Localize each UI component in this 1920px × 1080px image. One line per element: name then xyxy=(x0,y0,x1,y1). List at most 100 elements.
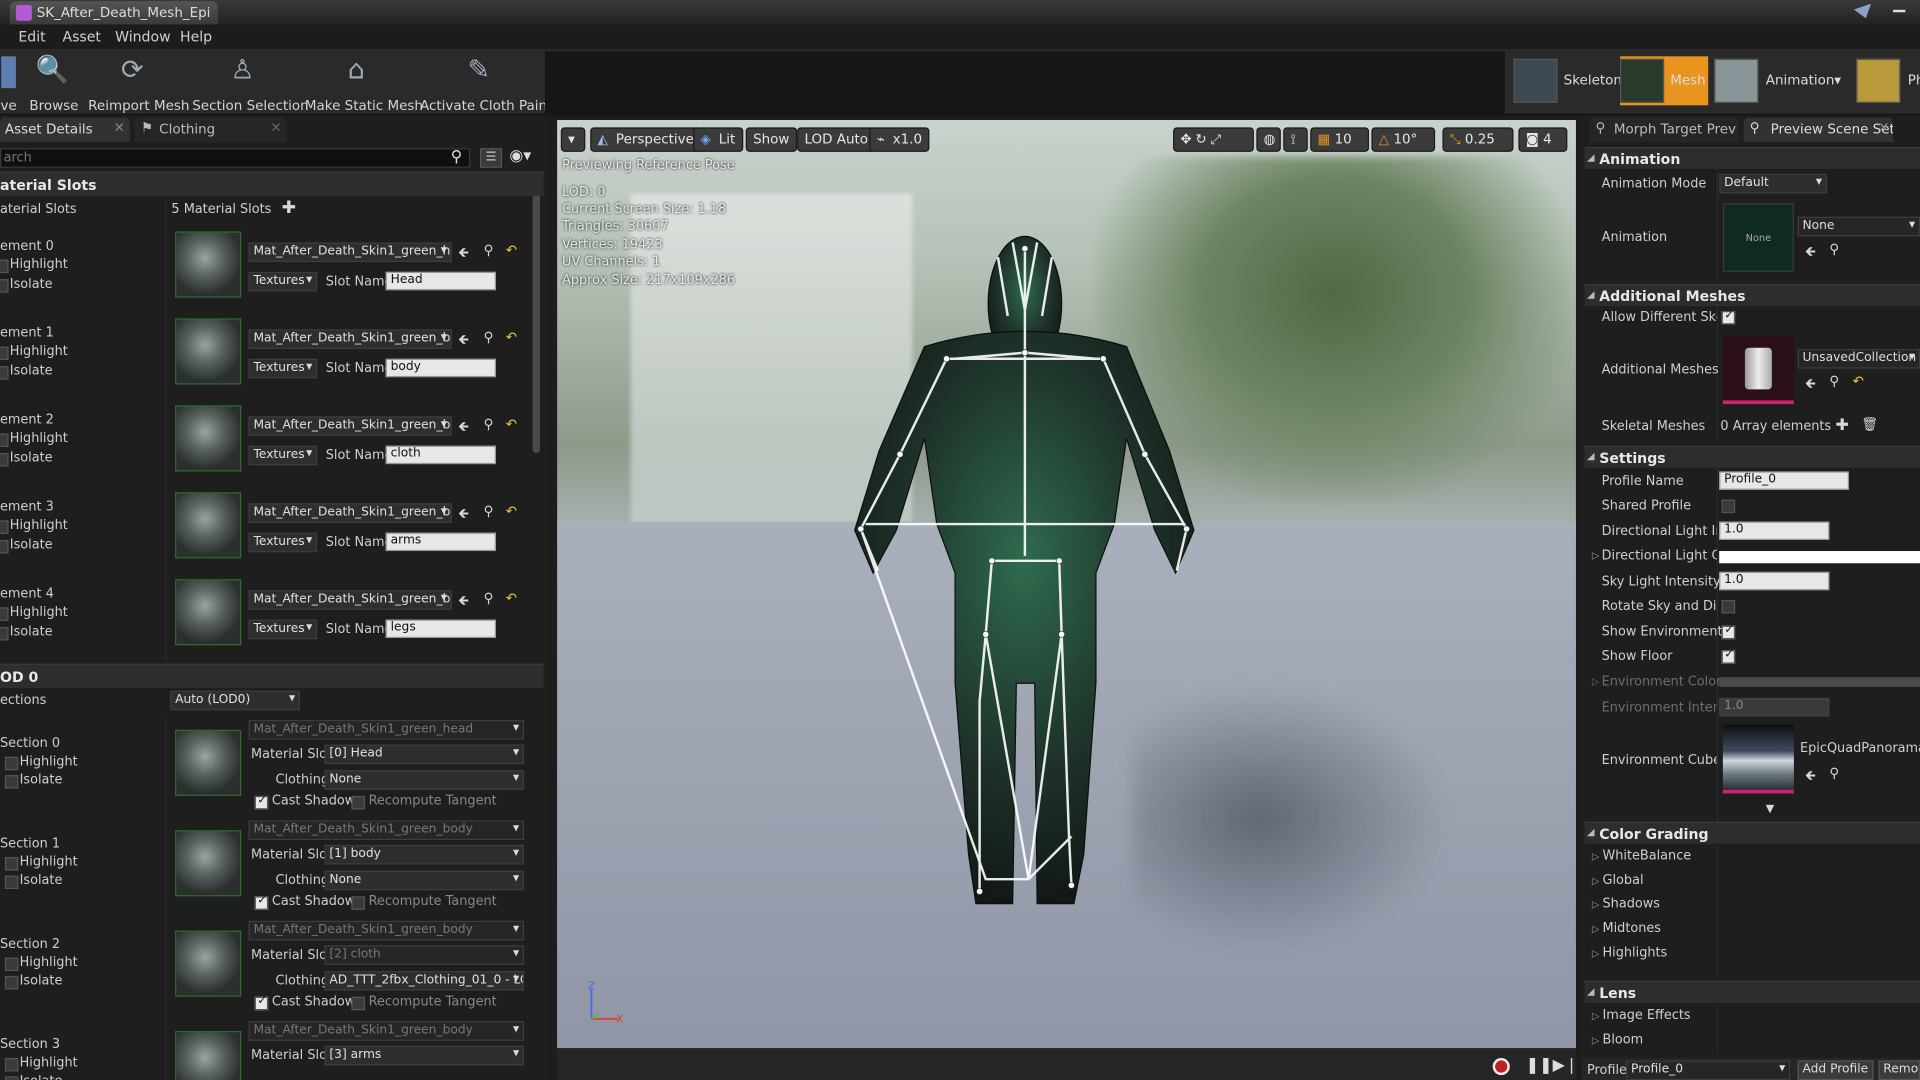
browse-search-icon[interactable]: ⚲ xyxy=(484,590,494,606)
delete-trash-icon[interactable]: 🗑 xyxy=(1861,416,1878,432)
make-static-mesh-button[interactable]: ⌂ Make Static Mesh xyxy=(305,51,423,114)
isolate-checkbox[interactable] xyxy=(4,1076,19,1080)
isolate-checkbox[interactable] xyxy=(4,875,19,889)
mode-physics-button[interactable]: Ph xyxy=(1856,56,1920,105)
minimize-button[interactable] xyxy=(1893,9,1906,13)
tab-morph-target[interactable]: ⚲ Morph Target Prev xyxy=(1589,117,1739,143)
tab-asset-details[interactable]: Asset Details ✕ xyxy=(0,117,130,143)
viewport-options-button[interactable]: ▾ xyxy=(560,127,586,152)
use-selected-arrow-icon[interactable]: 🡸 xyxy=(458,416,469,439)
reset-arrow-icon[interactable]: ↶ xyxy=(506,242,517,258)
material-select[interactable]: Mat_After_Death_Skin1_green_body xyxy=(248,416,452,436)
material-thumbnail[interactable] xyxy=(175,579,242,646)
transform-tools[interactable]: ✥↻⤢ xyxy=(1173,127,1254,152)
animation-dropdown-icon[interactable]: ▾ xyxy=(1834,56,1841,105)
recompute-tangent-checkbox[interactable] xyxy=(351,896,365,910)
material-slot-select[interactable]: [0] Head xyxy=(324,744,525,765)
reimport-mesh-button[interactable]: ⟳ Reimport Mesh xyxy=(88,51,189,114)
material-select[interactable]: Mat_After_Death_Skin1_green_body xyxy=(248,329,452,349)
section-material-thumbnail[interactable] xyxy=(175,930,242,997)
sky-light-intensity-input[interactable]: 1.0 xyxy=(1719,571,1830,591)
visibility-eye-icon[interactable]: ◉▾ xyxy=(509,147,531,165)
isolate-checkbox[interactable] xyxy=(4,775,19,789)
material-select[interactable]: Mat_After_Death_Skin1_green_body xyxy=(248,503,452,523)
isolate-checkbox[interactable] xyxy=(0,366,9,380)
use-selected-arrow-icon[interactable]: 🡸 xyxy=(458,329,469,352)
material-thumbnail[interactable] xyxy=(175,231,242,298)
highlight-checkbox[interactable] xyxy=(0,607,9,621)
rotation-snap-button[interactable]: △ 10° xyxy=(1371,127,1436,152)
record-button[interactable] xyxy=(1492,1057,1510,1076)
settings-header[interactable]: Settings xyxy=(1584,445,1920,468)
browse-button[interactable]: 🔍 Browse xyxy=(29,51,78,114)
use-selected-arrow-icon[interactable]: 🡸 xyxy=(458,503,469,526)
reset-arrow-icon[interactable]: ↶ xyxy=(506,329,517,345)
collection-thumbnail[interactable] xyxy=(1722,335,1794,405)
section-material-thumbnail[interactable] xyxy=(175,830,242,897)
highlight-checkbox[interactable] xyxy=(4,756,19,771)
grid-snap-button[interactable]: ▦ 10 xyxy=(1310,127,1369,152)
mode-animation-button[interactable]: Animation ▾ xyxy=(1714,56,1851,105)
clothing-select[interactable]: AD_TTT_2fbx_Clothing_01_0 - LO xyxy=(324,971,525,991)
scale-icon[interactable]: ⤢ xyxy=(1210,131,1224,147)
use-selected-arrow-icon[interactable]: 🡸 xyxy=(1805,373,1816,396)
add-profile-button[interactable]: Add Profile xyxy=(1797,1060,1874,1080)
scale-snap-button[interactable]: ⤡ 0.25 xyxy=(1442,127,1514,152)
mode-skeleton-button[interactable]: Skeleton xyxy=(1513,56,1622,105)
search-input[interactable]: arch xyxy=(0,148,471,168)
menu-asset[interactable]: Asset xyxy=(62,28,100,45)
activate-cloth-paint-button[interactable]: ✎ Activate Cloth Paint xyxy=(420,51,552,114)
show-more-chevron-icon[interactable]: ▼ xyxy=(1766,803,1774,815)
world-local-toggle[interactable]: ◍ xyxy=(1256,127,1281,152)
cast-shadows-checkbox[interactable] xyxy=(254,994,269,1011)
viewport[interactable]: Z X xyxy=(557,120,1576,1049)
animation-thumbnail[interactable]: None xyxy=(1722,203,1794,272)
isolate-checkbox[interactable] xyxy=(0,279,9,293)
textures-dropdown[interactable]: Textures xyxy=(248,358,318,379)
material-thumbnail[interactable] xyxy=(175,492,242,559)
show-floor-checkbox[interactable] xyxy=(1721,648,1736,664)
use-selected-arrow-icon[interactable]: 🡸 xyxy=(458,590,469,613)
lit-button[interactable]: ◈ Lit xyxy=(693,127,743,152)
reset-arrow-icon[interactable]: ↶ xyxy=(506,590,517,606)
document-tab[interactable]: SK_After_Death_Mesh_Epi xyxy=(9,1,218,25)
textures-dropdown[interactable]: Textures xyxy=(248,445,318,466)
material-slot-select[interactable]: [1] body xyxy=(324,844,525,865)
highlight-checkbox[interactable] xyxy=(0,259,9,274)
textures-dropdown[interactable]: Textures xyxy=(248,619,318,640)
material-thumbnail[interactable] xyxy=(175,318,242,385)
isolate-checkbox[interactable] xyxy=(0,453,9,467)
cube-map-thumbnail[interactable] xyxy=(1722,724,1794,794)
shared-profile-checkbox[interactable] xyxy=(1721,499,1736,514)
animation-asset-select[interactable]: None xyxy=(1797,216,1920,237)
slot-name-input[interactable]: arms xyxy=(385,532,496,552)
lens-bloom[interactable]: Bloom xyxy=(1592,1032,1644,1047)
close-icon[interactable]: ✕ xyxy=(1878,120,1889,136)
material-thumbnail[interactable] xyxy=(175,405,242,472)
lens-image-effects[interactable]: Image Effects xyxy=(1592,1008,1691,1023)
tab-preview-scene[interactable]: ⚲ Preview Scene Sett ✕ xyxy=(1743,117,1894,143)
clothing-select[interactable]: None xyxy=(324,870,525,891)
highlight-checkbox[interactable] xyxy=(4,857,19,871)
highlight-checkbox[interactable] xyxy=(0,346,9,361)
cast-shadows-checkbox[interactable] xyxy=(254,793,269,810)
use-selected-arrow-icon[interactable]: 🡸 xyxy=(1805,241,1816,264)
color-grading-global[interactable]: Global xyxy=(1592,873,1644,888)
reset-arrow-icon[interactable]: ↶ xyxy=(506,416,517,432)
step-forward-button[interactable]: ▶❘ xyxy=(1553,1057,1579,1075)
material-select[interactable]: Mat_After_Death_Skin1_green_body xyxy=(248,590,452,610)
material-slot-select[interactable]: [2] cloth xyxy=(324,945,525,965)
highlight-checkbox[interactable] xyxy=(4,1057,19,1072)
color-grading-whitebalance[interactable]: WhiteBalance xyxy=(1592,849,1692,864)
use-selected-arrow-icon[interactable]: 🡸 xyxy=(458,242,469,265)
slot-name-input[interactable]: legs xyxy=(385,619,496,638)
animation-header[interactable]: Animation xyxy=(1584,146,1920,169)
color-grading-midtones[interactable]: Midtones xyxy=(1592,921,1662,936)
material-slot-select[interactable]: [3] arms xyxy=(324,1045,525,1066)
save-button[interactable]: ve xyxy=(0,51,17,114)
browse-search-icon[interactable]: ⚲ xyxy=(1829,765,1839,781)
material-slots-header[interactable]: aterial Slots xyxy=(0,171,544,196)
browse-search-icon[interactable]: ⚲ xyxy=(1829,373,1839,389)
isolate-checkbox[interactable] xyxy=(0,540,9,554)
left-scrollbar[interactable] xyxy=(532,173,541,454)
